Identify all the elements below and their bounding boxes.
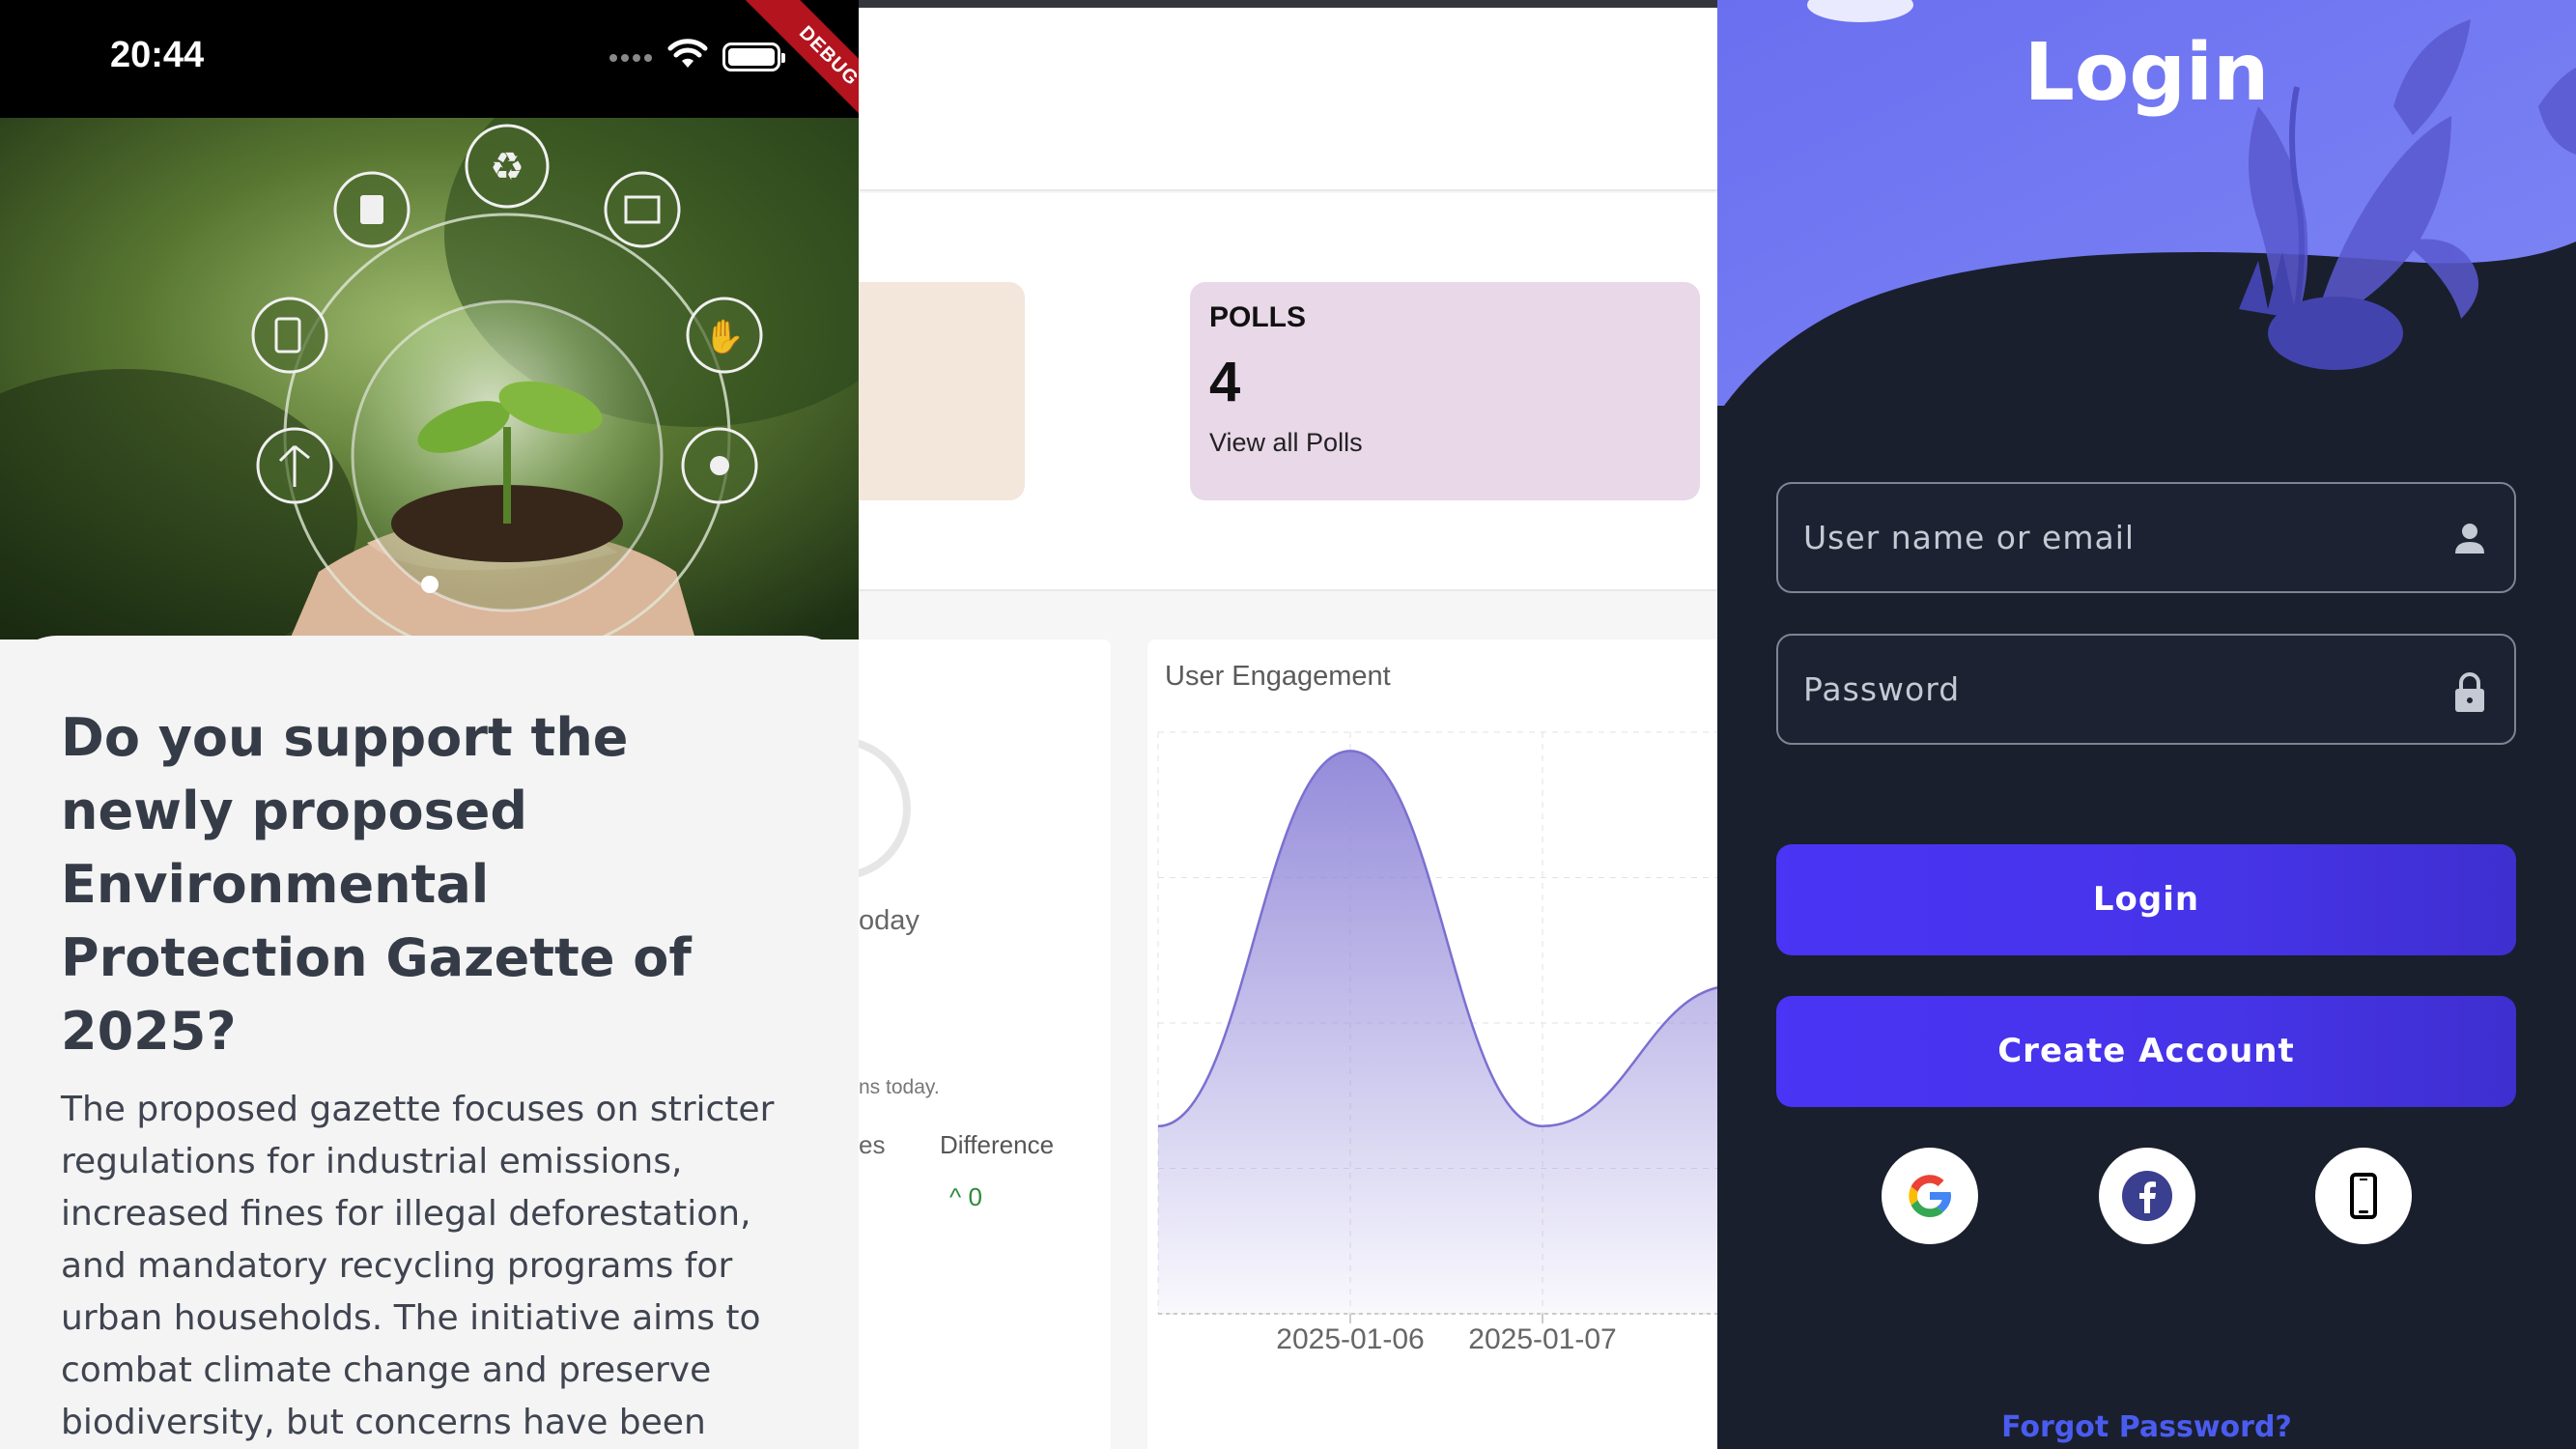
user-icon	[2455, 524, 2484, 554]
difference-header: Difference	[940, 1130, 1055, 1159]
carousel-indicator-dot[interactable]	[421, 576, 439, 593]
user-engagement-chart[interactable]: 2025-01-062025-01-0720	[1147, 639, 1717, 1449]
donut-chart-edge	[859, 739, 911, 878]
difference-value: ^ 0	[949, 1182, 982, 1212]
polls-count: 4	[1209, 351, 1241, 413]
view-all-polls-link[interactable]: View all Polls	[1209, 428, 1681, 458]
username-email-input[interactable]: User name or email	[1776, 482, 2516, 593]
battery-icon	[722, 43, 785, 71]
status-bar: 20:44 DEBUG	[0, 0, 859, 145]
eco-seedling-image: ♻ ✋	[0, 118, 859, 639]
poll-title: Do you support the newly proposed Enviro…	[61, 707, 692, 1062]
difference-number: 0	[968, 1182, 982, 1211]
password-placeholder: Password	[1803, 670, 1961, 708]
top-bar	[859, 0, 1717, 8]
lock-icon	[2455, 672, 2484, 712]
login-screen: Login User name or email Password Login …	[1717, 0, 2576, 1449]
password-input[interactable]: Password	[1776, 634, 2516, 745]
polls-stat-card[interactable]: POLLS 4 View all Polls	[1190, 282, 1700, 500]
google-signin-button[interactable]	[1882, 1148, 1978, 1244]
forgot-password-link[interactable]: Forgot Password?	[1717, 1410, 2576, 1444]
signal-dots-icon	[609, 54, 652, 62]
google-icon	[1909, 1175, 1951, 1217]
user-engagement-card: User Engagement 2025-01-062025-01-0720	[1147, 639, 1717, 1449]
create-account-button[interactable]: Create Account	[1776, 996, 2516, 1107]
stat-card[interactable]	[859, 282, 1025, 500]
dashboard-header	[859, 8, 1717, 191]
today-label: oday	[859, 905, 920, 936]
facebook-icon	[2122, 1171, 2172, 1221]
summary-card: oday ns today. es Difference ^ 0	[859, 639, 1111, 1449]
poll-description: The proposed gazette focuses on stricter…	[61, 1090, 775, 1442]
hero-image[interactable]: ♻ ✋	[0, 118, 859, 639]
phone-signin-button[interactable]	[2315, 1148, 2412, 1244]
stats-section: POLLS 4 View all Polls	[859, 193, 1717, 591]
poll-screen: 20:44 DEBUG ♻ ✋ Do you support the newly…	[0, 0, 859, 1449]
login-button[interactable]: Login	[1776, 844, 2516, 955]
caret-up-icon: ^	[949, 1182, 962, 1211]
engagement-area	[1158, 751, 1717, 1314]
x-tick-label: 2025-01-07	[1468, 1323, 1616, 1355]
insight-text: ns today.	[859, 1076, 940, 1098]
username-placeholder: User name or email	[1803, 519, 2136, 556]
smartphone-icon	[2350, 1173, 2377, 1219]
poll-card: Do you support the newly proposed Enviro…	[0, 636, 859, 1449]
x-tick-label: 2025-01-06	[1276, 1323, 1424, 1355]
polls-label: POLLS	[1209, 301, 1307, 333]
facebook-signin-button[interactable]	[2099, 1148, 2195, 1244]
column-header: es	[859, 1130, 886, 1159]
wifi-icon	[667, 39, 708, 68]
admin-dashboard: POLLS 4 View all Polls oday ns today. es…	[859, 0, 1717, 1449]
status-time: 20:44	[110, 35, 205, 75]
login-title: Login	[2024, 27, 2270, 119]
